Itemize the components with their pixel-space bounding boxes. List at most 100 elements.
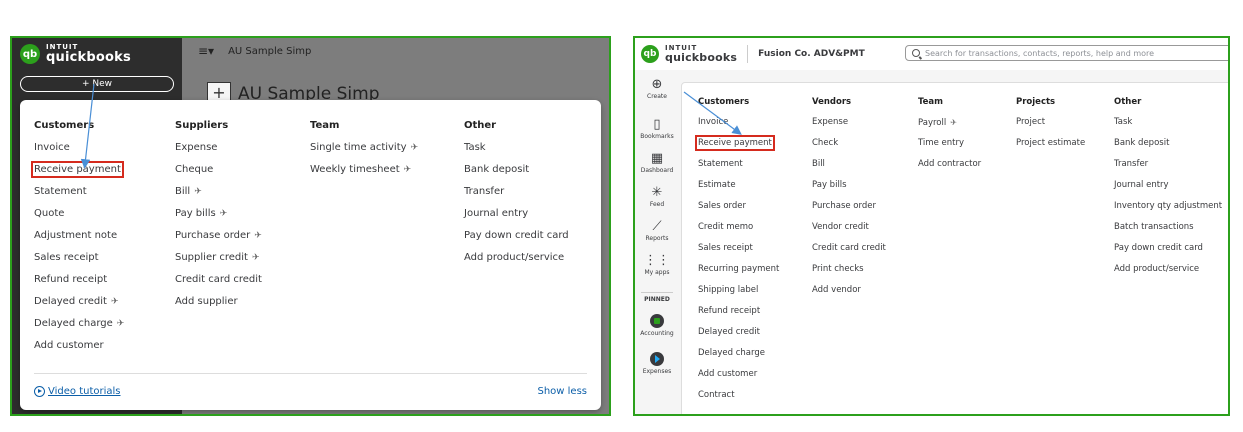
menu-item-label: Credit memo (698, 222, 754, 232)
quickbooks-text: quickbooks (46, 50, 131, 65)
menu-item-expense[interactable]: Expense (812, 117, 886, 128)
menu-item-print-checks[interactable]: Print checks (812, 264, 886, 275)
menu-item-label: Bill (812, 159, 825, 169)
menu-item-project[interactable]: Project (1016, 117, 1085, 128)
nav-item-accounting[interactable]: Accounting (635, 314, 679, 337)
menu-item-label: Project estimate (1016, 138, 1086, 148)
menu-item-refund-receipt[interactable]: Refund receipt (34, 274, 124, 285)
column-header: Vendors (812, 97, 852, 107)
menu-item-delayed-credit[interactable]: Delayed credit ✈ (34, 296, 124, 307)
menu-item-sales-order[interactable]: Sales order (698, 201, 779, 212)
menu-item-vendor-credit[interactable]: Vendor credit (812, 222, 886, 233)
menu-item-refund-receipt[interactable]: Refund receipt (698, 306, 779, 317)
menu-item-batch-transactions[interactable]: Batch transactions (1114, 222, 1222, 233)
nav-item-create[interactable]: ⊕ Create (635, 78, 679, 101)
menu-item-label: Statement (698, 159, 743, 169)
nav-label: My apps (644, 269, 670, 276)
menu-item-transfer[interactable]: Transfer (1114, 159, 1222, 170)
quickbooks-logo[interactable]: qb INTUIT quickbooks (20, 44, 131, 64)
nav-label: Expenses (642, 368, 672, 375)
menu-item-contract[interactable]: Contract (698, 390, 779, 401)
menu-item-label: Shipping label (698, 285, 759, 295)
menu-item-weekly-timesheet[interactable]: Weekly timesheet ✈ (310, 164, 418, 175)
new-button[interactable]: + New (20, 76, 174, 92)
menu-item-add-customer[interactable]: Add customer (34, 340, 124, 351)
menu-item-label: Journal entry (464, 208, 529, 219)
menu-item-add-contractor[interactable]: Add contractor (918, 159, 981, 170)
menu-item-statement[interactable]: Statement (34, 186, 124, 197)
menu-item-credit-card-credit[interactable]: Credit card credit (175, 274, 262, 285)
upgrade-icon: ✈ (254, 231, 262, 241)
show-less-link[interactable]: Show less (537, 386, 587, 397)
company-name: Fusion Co. ADV&PMT (758, 49, 865, 59)
menu-item-single-time-activity[interactable]: Single time activity ✈ (310, 142, 418, 153)
menu-item-statement[interactable]: Statement (698, 159, 779, 170)
menu-item-delayed-charge[interactable]: Delayed charge ✈ (34, 318, 124, 329)
menu-item-sales-receipt[interactable]: Sales receipt (698, 243, 779, 254)
menu-item-pay-down-credit-card[interactable]: Pay down credit card (1114, 243, 1222, 254)
menu-item-add-vendor[interactable]: Add vendor (812, 285, 886, 296)
menu-item-credit-card-credit[interactable]: Credit card credit (812, 243, 886, 254)
menu-item-add-product-service[interactable]: Add product/service (1114, 264, 1222, 275)
menu-item-payroll[interactable]: Payroll ✈ (918, 117, 981, 128)
menu-item-pay-bills[interactable]: Pay bills (812, 180, 886, 191)
menu-item-invoice[interactable]: Invoice (698, 117, 779, 128)
menu-item-task[interactable]: Task (1114, 117, 1222, 128)
menu-item-bill[interactable]: Bill ✈ (175, 186, 262, 197)
nav-item-my-apps[interactable]: ⋮⋮ My apps (635, 254, 679, 277)
menu-item-shipping-label[interactable]: Shipping label (698, 285, 779, 296)
menu-item-credit-memo[interactable]: Credit memo (698, 222, 779, 233)
menu-column-other: Other Task Bank deposit Transfer Journal ent… (464, 120, 569, 274)
quickbooks-logo[interactable]: qb INTUIT quickbooks (641, 45, 737, 63)
menu-item-check[interactable]: Check (812, 138, 886, 149)
nav-item-dashboard[interactable]: ▦ Dashboard (635, 152, 679, 175)
menu-item-bill[interactable]: Bill (812, 159, 886, 170)
menu-item-pay-down-credit-card[interactable]: Pay down credit card (464, 230, 569, 241)
menu-item-journal-entry[interactable]: Journal entry (1114, 180, 1222, 191)
menu-item-inventory-qty-adjustment[interactable]: Inventory qty adjustment (1114, 201, 1222, 212)
search-input[interactable]: Search for transactions, contacts, repor… (905, 45, 1228, 61)
menu-item-label: Print checks (812, 264, 864, 274)
menu-item-receive-payment[interactable]: Receive payment (31, 161, 124, 178)
menu-item-cheque[interactable]: Cheque (175, 164, 262, 175)
menu-item-adjustment-note[interactable]: Adjustment note (34, 230, 124, 241)
menu-item-invoice[interactable]: Invoice (34, 142, 124, 153)
menu-item-label: Journal entry (1114, 180, 1169, 190)
menu-item-project-estimate[interactable]: Project estimate (1016, 138, 1085, 149)
qb-logo-icon: qb (641, 45, 659, 63)
menu-item-add-supplier[interactable]: Add supplier (175, 296, 262, 307)
menu-item-label: Supplier credit (175, 252, 248, 263)
menu-item-task[interactable]: Task (464, 142, 569, 153)
menu-item-label: Add customer (698, 369, 758, 379)
menu-item-transfer[interactable]: Transfer (464, 186, 569, 197)
menu-item-purchase-order[interactable]: Purchase order (812, 201, 886, 212)
menu-item-label: Cheque (175, 164, 214, 175)
menu-item-delayed-charge[interactable]: Delayed charge (698, 348, 779, 359)
nav-item-bookmarks[interactable]: ▯ Bookmarks (635, 118, 679, 141)
menu-item-pay-bills[interactable]: Pay bills ✈ (175, 208, 262, 219)
divider (747, 45, 749, 63)
menu-item-quote[interactable]: Quote (34, 208, 124, 219)
menu-item-label: Sales receipt (34, 252, 99, 263)
nav-item-feed[interactable]: ✳ Feed (635, 186, 679, 209)
menu-item-receive-payment[interactable]: Receive payment (695, 135, 779, 151)
nav-item-reports[interactable]: ⟋ Reports (635, 220, 679, 243)
menu-item-supplier-credit[interactable]: Supplier credit ✈ (175, 252, 262, 263)
menu-item-add-customer[interactable]: Add customer (698, 369, 779, 380)
menu-item-estimate[interactable]: Estimate (698, 180, 779, 191)
menu-item-purchase-order[interactable]: Purchase order ✈ (175, 230, 262, 241)
menu-toggle-icon[interactable]: ≡▾ (198, 44, 214, 58)
menu-item-bank-deposit[interactable]: Bank deposit (1114, 138, 1222, 149)
menu-item-label: Pay down credit card (1114, 243, 1203, 253)
menu-item-add-product-service[interactable]: Add product/service (464, 252, 569, 263)
menu-item-recurring-payment[interactable]: Recurring payment (698, 264, 779, 275)
menu-item-expense[interactable]: Expense (175, 142, 262, 153)
menu-item-bank-deposit[interactable]: Bank deposit (464, 164, 569, 175)
menu-item-label: Project (1016, 117, 1046, 127)
menu-item-delayed-credit[interactable]: Delayed credit (698, 327, 779, 338)
menu-item-journal-entry[interactable]: Journal entry (464, 208, 569, 219)
video-tutorials-link[interactable]: Video tutorials (34, 386, 121, 397)
menu-item-time-entry[interactable]: Time entry (918, 138, 981, 149)
menu-item-sales-receipt[interactable]: Sales receipt (34, 252, 124, 263)
nav-item-expenses[interactable]: Expenses (635, 352, 679, 375)
